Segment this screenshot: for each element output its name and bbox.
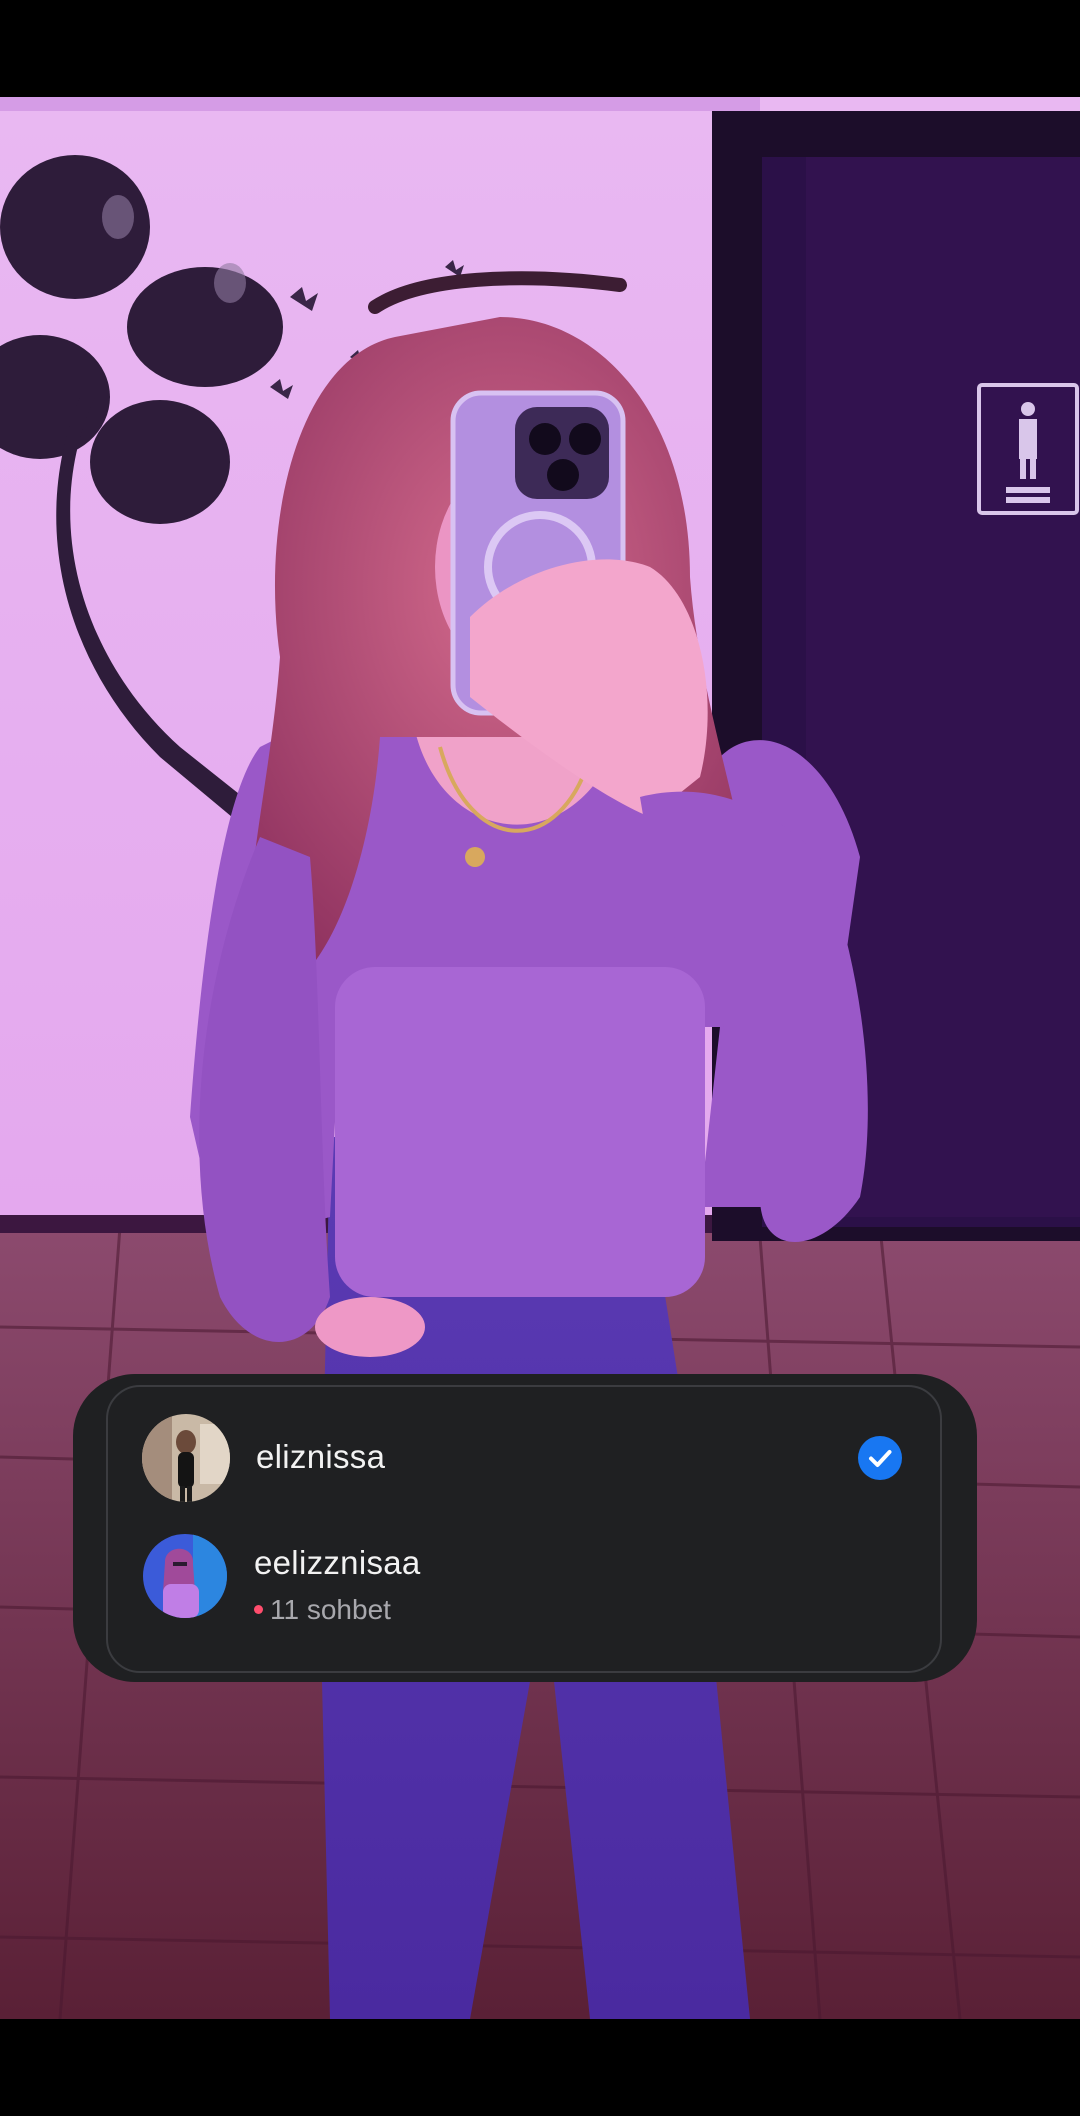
account-username: eliznissa <box>256 1438 386 1475</box>
navigation-bar-area <box>0 2019 1080 2116</box>
avatar <box>142 1414 230 1502</box>
unread-chats-label: 11 sohbet <box>270 1594 391 1625</box>
account-row-eelizznisaa[interactable]: eelizznisaa 11 sohbet <box>106 1518 942 1638</box>
check-circle-icon <box>858 1436 902 1480</box>
avatar <box>143 1534 227 1618</box>
story-photo <box>0 97 1080 2019</box>
unread-dot-icon <box>254 1605 263 1615</box>
status-bar-area <box>0 0 1080 97</box>
account-row-eliznissa[interactable]: eliznissa <box>106 1398 942 1518</box>
unread-chats-count: 11 sohbet <box>254 1594 391 1626</box>
account-username: eelizznisaa <box>254 1544 421 1581</box>
